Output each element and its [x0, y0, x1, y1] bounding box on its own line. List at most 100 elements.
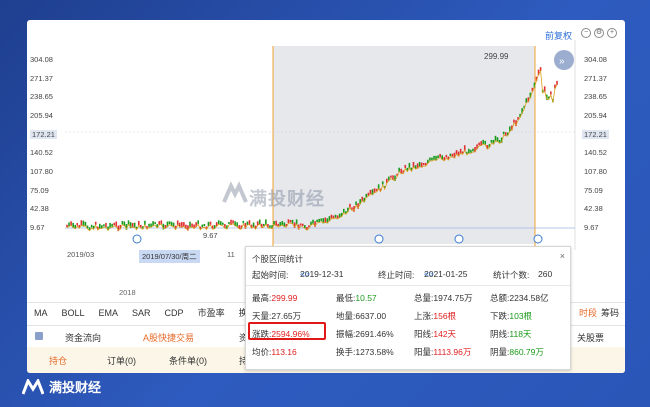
stat-high: 最高:299.99: [252, 293, 298, 303]
candle: [316, 219, 318, 222]
candle: [361, 196, 364, 202]
app-window: » 前复权 − ⚙ + 304.08 304.08 271.37 271.37 238.…: [27, 20, 625, 373]
tab-ma[interactable]: MA: [27, 308, 55, 318]
stat-yin-days: 阴线:118天: [490, 329, 532, 339]
candle: [228, 221, 230, 225]
price-axis-label: 140.52: [584, 148, 607, 158]
candle: [154, 222, 156, 225]
candle: [66, 224, 68, 228]
low-marker-label: 9.67: [203, 231, 218, 240]
stepper-arrows-icon[interactable]: <>: [300, 269, 310, 279]
price-axis-label-left: 9.67: [30, 223, 45, 232]
brand-name: 满投财经: [49, 380, 102, 395]
candle: [445, 154, 448, 158]
candle: [94, 221, 97, 225]
candle: [472, 148, 474, 152]
candle: [355, 201, 357, 206]
tab-fund-flow[interactable]: 资金流向: [65, 331, 101, 344]
candle: [168, 221, 171, 225]
watermark-text: 满投财经: [249, 189, 325, 209]
cursor-date-label: 2019/07/30/周二: [139, 250, 200, 263]
minus-icon[interactable]: −: [581, 28, 591, 38]
candle: [336, 215, 339, 219]
candle: [404, 164, 407, 169]
stats-divider: [246, 285, 570, 286]
candle: [203, 224, 206, 227]
brand-logo-icon: [22, 378, 44, 395]
candle: [332, 215, 335, 219]
tab-conditional-orders[interactable]: 条件单(0): [169, 354, 207, 367]
event-marker-icon: [374, 234, 384, 244]
candle: [217, 220, 220, 225]
candle: [349, 203, 351, 208]
tab-period[interactable]: 时段: [579, 306, 597, 319]
tab-related-stocks[interactable]: 关股票: [577, 331, 604, 344]
start-label: 起始时间:: [252, 270, 289, 280]
tab-orders[interactable]: 订单(0): [107, 354, 136, 367]
tab-position[interactable]: 持仓: [49, 354, 67, 367]
tab-chips[interactable]: 筹码: [601, 306, 619, 319]
event-marker-icon: [533, 234, 543, 244]
price-axis-label: 271.37: [584, 73, 607, 83]
candle: [103, 224, 105, 227]
svg-text:»: »: [559, 56, 565, 67]
candle: [429, 157, 431, 161]
year-label: 2018: [119, 288, 136, 297]
stat-yang-days: 阳线:142天: [414, 329, 457, 339]
watermark-logo-icon: [222, 181, 248, 203]
candle: [291, 219, 294, 224]
panel-icon: [35, 332, 43, 340]
close-icon[interactable]: ×: [560, 251, 565, 261]
candle: [422, 162, 425, 166]
candle: [369, 189, 372, 195]
price-axis-label-left: 205.94: [30, 111, 53, 120]
restore-adjust-link[interactable]: 前复权: [545, 29, 572, 42]
candle: [318, 218, 320, 223]
tab-boll[interactable]: BOLL: [55, 308, 92, 318]
price-axis-label-left: 140.52: [30, 148, 53, 158]
tab-quick-trade[interactable]: A股快捷交易: [143, 331, 194, 344]
candle: [398, 167, 400, 172]
selected-range-shade: [273, 46, 535, 244]
stat-sky-volume: 天量:27.65万: [252, 311, 302, 321]
stepper-arrows-icon[interactable]: <>: [424, 269, 434, 279]
price-axis-label-left: 75.09: [30, 185, 49, 195]
price-axis-label-left: 238.65: [30, 92, 53, 102]
candle: [277, 223, 279, 227]
tab-pe[interactable]: 市盈率: [191, 306, 232, 319]
price-axis-label: 205.94: [584, 111, 607, 120]
candle: [201, 224, 204, 228]
count-label: 统计个数:: [493, 270, 530, 280]
candle: [490, 139, 493, 143]
candle: [191, 223, 193, 228]
candle: [513, 119, 515, 123]
tab-ema[interactable]: EMA: [92, 308, 126, 318]
count-value: 260: [538, 269, 553, 279]
candle: [449, 153, 452, 157]
tab-sar[interactable]: SAR: [125, 308, 158, 318]
gear-icon[interactable]: ⚙: [594, 28, 604, 38]
candle: [232, 220, 234, 224]
candle: [312, 219, 314, 224]
candle: [197, 220, 200, 225]
price-axis-label: 172.21: [582, 129, 609, 139]
high-marker-label: 299.99: [484, 52, 509, 61]
date-label-left: 2019/03: [67, 250, 95, 259]
stats-title: 个股区间统计: [252, 254, 304, 264]
stat-average-price: 均价:113.16: [252, 347, 297, 357]
candle: [287, 219, 290, 224]
candle: [451, 153, 454, 157]
plus-icon[interactable]: +: [607, 28, 617, 38]
brand: 满投财经: [22, 377, 101, 396]
price-axis-label: 238.65: [584, 92, 607, 102]
stat-ground-volume: 地量:6637.00: [336, 311, 387, 321]
candle: [70, 221, 72, 226]
price-axis-label: 42.38: [584, 204, 603, 214]
stat-turnover: 换手:1273.58%: [336, 347, 394, 357]
range-stats-panel: 个股区间统计 × 起始时间: 2019-12-31 <> 终止时间: 2021-0…: [245, 246, 571, 370]
tab-cdp[interactable]: CDP: [158, 308, 191, 318]
end-label: 终止时间:: [378, 270, 415, 280]
candle: [299, 223, 302, 226]
stat-down-count: 下跌:103根: [490, 311, 533, 321]
stat-amplitude: 振幅:2691.46%: [336, 329, 394, 339]
